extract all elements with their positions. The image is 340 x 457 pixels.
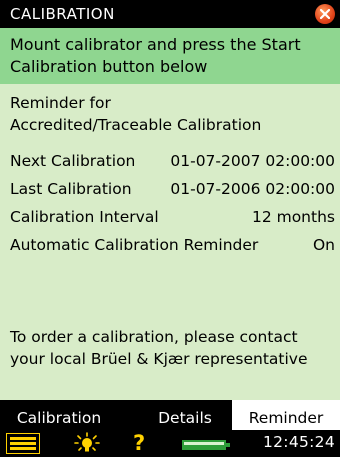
reminder-content: Reminder for Accredited/Traceable Calibr…	[0, 84, 340, 400]
next-calibration-value: 01-07-2007 02:00:00	[170, 152, 335, 170]
tab-details[interactable]: Details	[140, 400, 230, 430]
last-calibration-value: 01-07-2006 02:00:00	[170, 180, 335, 198]
order-text-line1: To order a calibration, please contact	[10, 328, 298, 346]
menu-icon[interactable]	[6, 433, 40, 454]
calibration-interval-value[interactable]: 12 months	[252, 208, 335, 226]
backlight-icon[interactable]	[74, 432, 100, 454]
close-x-glyph	[320, 9, 330, 19]
clock-time: 12:45:24	[262, 433, 335, 451]
automatic-reminder-label: Automatic Calibration Reminder	[10, 236, 259, 254]
reminder-heading-line1: Reminder for	[10, 94, 111, 112]
calibration-screen: CALIBRATION Mount calibrator and press t…	[0, 0, 340, 457]
battery-icon	[182, 440, 230, 450]
instruction-text: Mount calibrator and press the Start Cal…	[10, 35, 301, 76]
calibration-interval-label: Calibration Interval	[10, 208, 159, 226]
title-bar: CALIBRATION	[0, 0, 340, 28]
order-text-line2: your local Brüel & Kjær representative	[10, 350, 308, 368]
status-bar: ? 12:45:24	[0, 430, 340, 457]
last-calibration-label: Last Calibration	[10, 180, 132, 198]
reminder-heading-line2: Accredited/Traceable Calibration	[10, 116, 262, 134]
close-icon[interactable]	[315, 4, 335, 24]
tab-reminder[interactable]: Reminder	[232, 400, 340, 430]
tab-calibration[interactable]: Calibration	[0, 400, 118, 430]
help-icon[interactable]: ?	[133, 430, 145, 457]
instruction-panel: Mount calibrator and press the Start Cal…	[0, 28, 340, 84]
tab-bar: Calibration Details Reminder	[0, 400, 340, 430]
window-title: CALIBRATION	[10, 5, 115, 23]
next-calibration-label: Next Calibration	[10, 152, 136, 170]
automatic-reminder-value[interactable]: On	[313, 236, 335, 254]
